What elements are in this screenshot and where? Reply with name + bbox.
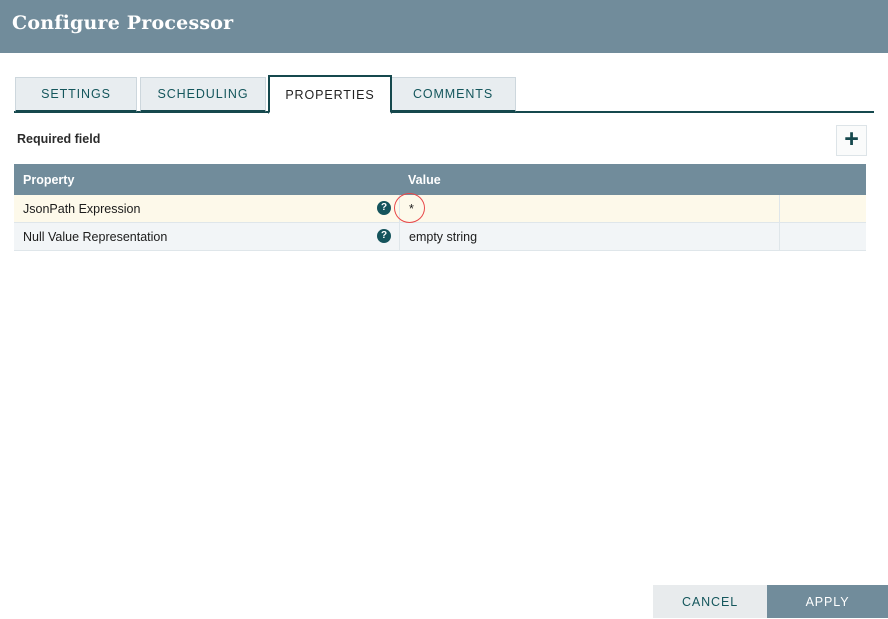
property-name-label: JsonPath Expression	[23, 201, 141, 216]
cell-row-actions	[779, 195, 866, 222]
column-header-property: Property	[23, 172, 75, 187]
required-field-note: Required field	[17, 132, 101, 146]
table-row[interactable]: Null Value Representation ? empty string	[14, 223, 866, 251]
apply-button[interactable]: APPLY	[767, 585, 888, 618]
tab-strip: SETTINGS SCHEDULING PROPERTIES COMMENTS	[0, 53, 888, 114]
cancel-button[interactable]: CANCEL	[653, 585, 767, 618]
tab-comments[interactable]: COMMENTS	[390, 77, 516, 112]
plus-icon: +	[844, 125, 859, 153]
tab-properties[interactable]: PROPERTIES	[268, 75, 392, 114]
add-property-button[interactable]: +	[836, 125, 867, 156]
table-row[interactable]: JsonPath Expression ? *	[14, 195, 866, 223]
property-value-text: empty string	[409, 229, 478, 244]
question-mark-icon[interactable]: ?	[377, 229, 391, 243]
table-header-row: Property Value	[14, 164, 866, 195]
property-value-text: *	[409, 201, 414, 216]
dialog-footer: CANCEL APPLY	[653, 585, 888, 618]
property-table: Property Value JsonPath Expression ? * N…	[14, 164, 866, 251]
question-mark-icon[interactable]: ?	[377, 201, 391, 215]
cell-row-actions	[779, 223, 866, 250]
page-title: Configure Processor	[12, 12, 234, 34]
cell-property-value[interactable]: *	[399, 195, 779, 222]
tab-scheduling[interactable]: SCHEDULING	[140, 77, 266, 112]
cell-property-name: JsonPath Expression ?	[14, 195, 399, 222]
column-header-value: Value	[408, 172, 441, 187]
cell-property-value[interactable]: empty string	[399, 223, 779, 250]
cell-property-name: Null Value Representation ?	[14, 223, 399, 250]
property-name-label: Null Value Representation	[23, 229, 168, 244]
dialog-title-bar: Configure Processor	[0, 0, 888, 53]
tab-settings[interactable]: SETTINGS	[15, 77, 137, 112]
